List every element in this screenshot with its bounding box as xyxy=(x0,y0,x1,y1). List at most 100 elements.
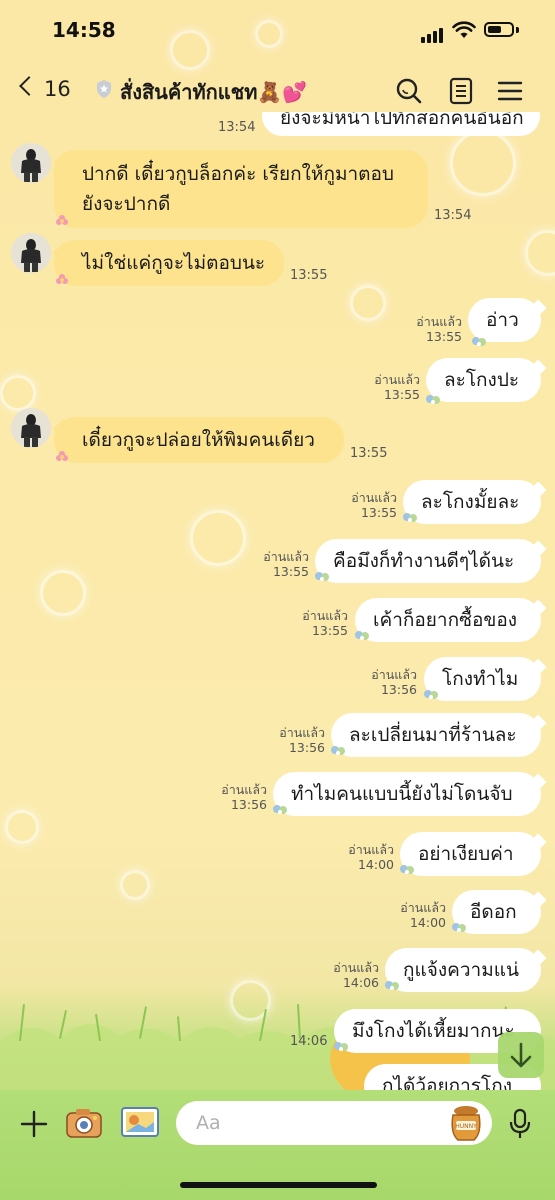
clover-icon xyxy=(385,981,399,990)
message-bubble-incoming[interactable]: เดี๋ยวกูจะปล่อยให้พิมคนเดียว xyxy=(54,417,344,463)
message-text: อย่าเงียบค่า xyxy=(418,843,514,865)
message-time: 13:55 xyxy=(272,564,309,579)
shield-icon xyxy=(97,80,111,98)
read-label: อ่านแล้ว xyxy=(263,549,309,564)
clover-icon xyxy=(273,805,287,814)
clover-icon xyxy=(315,572,329,581)
message-bubble-outgoing[interactable]: ละโกงปะ xyxy=(426,358,541,402)
status-time: 14:58 xyxy=(52,18,116,42)
avatar[interactable] xyxy=(11,408,51,448)
flower-icon xyxy=(56,274,68,284)
message-time: 13:55 xyxy=(383,387,420,402)
wifi-icon xyxy=(452,21,476,38)
read-label: อ่านแล้ว xyxy=(348,842,394,857)
message-time: 13:54 xyxy=(218,120,256,135)
message-time: 13:55 xyxy=(311,623,348,638)
clover-icon xyxy=(400,865,414,874)
clover-icon xyxy=(403,513,417,522)
message-time: 13:56 xyxy=(288,740,325,755)
avatar-image xyxy=(11,408,51,448)
plus-icon[interactable] xyxy=(20,1110,48,1138)
camera-icon[interactable] xyxy=(64,1104,104,1140)
message-text: เค้าก็อยากซื้อของ xyxy=(373,609,518,631)
read-receipt: อ่านแล้ว 14:06 xyxy=(315,960,379,990)
message-text: มึงโกงได้เหี้ยมากนะ xyxy=(352,1020,515,1042)
chat-area[interactable]: ยังจะมีหน้าไปทักสอกคนอื่นอีก 13:54 ปากดี… xyxy=(0,112,555,1090)
message-bubble-outgoing[interactable]: ละโกงมั้ยละ xyxy=(403,480,541,524)
message-bubble-outgoing[interactable]: กูแจ้งความแน่ xyxy=(385,948,541,992)
message-time: 13:54 xyxy=(434,208,472,223)
message-bubble-incoming[interactable]: ปากดี เดี๋ยวกูบล็อกค่ะ เรียกให้กูมาตอบ ย… xyxy=(54,150,428,228)
message-text-line-2: ยังจะปากดี xyxy=(82,193,171,215)
battery-tip xyxy=(516,27,519,33)
avatar-image xyxy=(11,233,51,273)
message-text: คือมึงก็ทำงานดีๆได้นะ xyxy=(333,550,515,572)
flower-icon xyxy=(56,215,68,225)
message-text: ละโกงมั้ยละ xyxy=(421,491,520,513)
message-time: 13:56 xyxy=(230,797,267,812)
message-input[interactable]: Aa xyxy=(176,1101,492,1145)
home-indicator xyxy=(180,1182,377,1188)
avatar[interactable] xyxy=(11,233,51,273)
read-receipt: อ่านแล้ว 14:00 xyxy=(382,900,446,930)
clover-icon xyxy=(334,1042,348,1051)
search-icon[interactable] xyxy=(394,76,424,106)
message-text: อ่าว xyxy=(486,309,519,331)
clover-icon xyxy=(426,395,440,404)
message-bubble-incoming[interactable]: ไม่ใช่แค่กูจะไม่ตอบนะ xyxy=(54,240,284,286)
read-receipt: อ่านแล้ว 13:55 xyxy=(333,490,397,520)
clover-icon xyxy=(472,337,486,346)
read-label: อ่านแล้ว xyxy=(302,608,348,623)
message-bubble-outgoing[interactable]: คือมึงก็ทำงานดีๆได้นะ xyxy=(315,539,541,583)
read-receipt: อ่านแล้ว 13:55 xyxy=(284,608,348,638)
read-receipt: อ่านแล้ว 13:55 xyxy=(356,372,420,402)
message-time: 13:55 xyxy=(350,446,388,461)
read-label: อ่านแล้ว xyxy=(333,960,379,975)
honey-pot-icon[interactable]: HUNNY xyxy=(448,1103,484,1143)
back-chevron-icon xyxy=(19,76,39,96)
message-bubble-outgoing[interactable]: โกงทำไม xyxy=(424,657,541,701)
notes-icon[interactable] xyxy=(446,76,476,106)
message-bubble-outgoing[interactable]: ยังจะมีหน้าไปทักสอกคนอื่นอีก xyxy=(262,112,540,136)
read-label: อ่านแล้ว xyxy=(351,490,397,505)
read-receipt: อ่านแล้ว 13:55 xyxy=(245,549,309,579)
message-text-line-1: ปากดี เดี๋ยวกูบล็อกค่ะ เรียกให้กูมาตอบ xyxy=(82,163,394,185)
scroll-down-button[interactable] xyxy=(498,1032,544,1078)
clover-icon xyxy=(452,923,466,932)
menu-icon[interactable] xyxy=(496,76,526,106)
message-time: 14:06 xyxy=(342,975,379,990)
message-text: ไม่ใช่แค่กูจะไม่ตอบนะ xyxy=(82,252,266,274)
chat-header: 16 สั่งสินค้าทักแชท🧸💕 xyxy=(0,66,555,116)
message-text: อีดอก xyxy=(470,901,517,923)
message-time: 14:00 xyxy=(409,915,446,930)
message-time: 14:00 xyxy=(357,857,394,872)
read-label: อ่านแล้ว xyxy=(279,725,325,740)
back-button[interactable]: 16 xyxy=(19,76,71,101)
message-time: 13:55 xyxy=(360,505,397,520)
read-label: อ่านแล้ว xyxy=(374,372,420,387)
message-text: ยังจะมีหน้าไปทักสอกคนอื่นอีก xyxy=(280,112,524,129)
message-text: กูแจ้งความแน่ xyxy=(403,959,519,981)
unread-count: 16 xyxy=(44,77,71,101)
avatar[interactable] xyxy=(11,143,51,183)
status-bar: 14:58 xyxy=(0,0,555,60)
message-bubble-outgoing[interactable]: ละเปลี่ยนมาที่ร้านละ xyxy=(331,713,541,757)
scroll-down-icon xyxy=(510,1042,532,1068)
read-label: อ่านแล้ว xyxy=(371,667,417,682)
message-text: ละโกงปะ xyxy=(444,369,520,391)
message-time: 13:55 xyxy=(425,329,462,344)
photo-icon[interactable] xyxy=(120,1106,160,1138)
message-text: โกงทำไม xyxy=(442,668,519,690)
message-text: กูได้ว้อยการโกง xyxy=(382,1075,512,1090)
battery-icon xyxy=(484,22,514,37)
read-receipt: อ่านแล้ว 14:00 xyxy=(330,842,394,872)
message-bubble-outgoing[interactable]: ทำไมคนแบบนี้ยังไม่โดนจับ xyxy=(273,772,541,816)
message-bubble-outgoing[interactable]: อย่าเงียบค่า xyxy=(400,832,541,876)
mic-icon[interactable] xyxy=(508,1108,532,1140)
chat-title: สั่งสินค้าทักแชท🧸💕 xyxy=(120,80,308,104)
clover-icon xyxy=(331,746,345,755)
clover-icon xyxy=(424,690,438,699)
message-bubble-outgoing[interactable]: เค้าก็อยากซื้อของ xyxy=(355,598,541,642)
message-time: 13:55 xyxy=(290,268,328,283)
message-input-placeholder: Aa xyxy=(196,1112,221,1134)
